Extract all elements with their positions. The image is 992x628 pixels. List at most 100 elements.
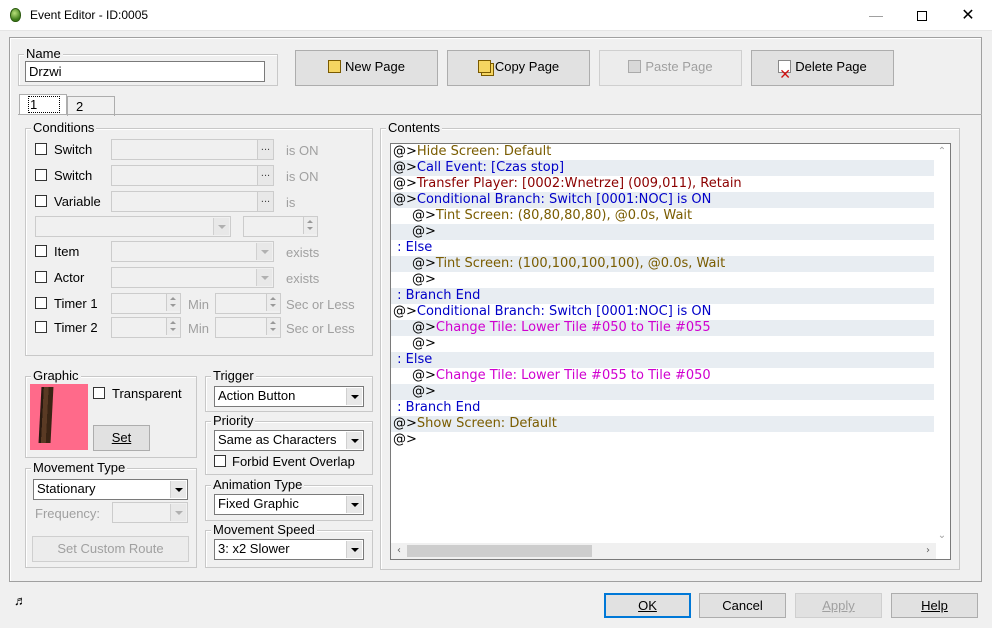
set-custom-route-button[interactable]: Set Custom Route [32,536,189,562]
delete-page-button[interactable]: Delete Page [751,50,894,90]
timer2-checkbox[interactable] [35,321,47,333]
timer1-sec-spinner[interactable] [266,294,280,311]
event-command-row[interactable]: @> [391,384,936,400]
cancel-button[interactable]: Cancel [699,593,786,618]
event-command-row[interactable]: @>Tint Screen: (100,100,100,100), @0.0s,… [391,256,936,272]
close-button[interactable]: ✕ [945,0,991,31]
switch1-checkbox[interactable] [35,143,47,155]
music-icon[interactable]: ♬ [14,593,27,608]
timer2-sec-spinner[interactable] [266,318,280,335]
variable-operator-select[interactable] [35,216,231,237]
transparent-checkbox[interactable] [93,387,105,399]
event-command-text: Hide Screen: Default [416,144,552,159]
set-graphic-button[interactable]: Set [93,425,150,451]
name-legend: Name [24,46,63,61]
new-page-button[interactable]: New Page [295,50,438,86]
help-button[interactable]: Help [891,593,978,618]
movement-type-legend: Movement Type [31,460,128,475]
event-command-row[interactable]: @>Show Screen: Default [391,416,936,432]
item-select-arrow-icon [256,243,272,260]
horizontal-scroll-thumb[interactable] [407,545,592,557]
item-select[interactable] [111,241,274,262]
event-command-row[interactable]: @> [391,336,936,352]
priority-legend: Priority [211,413,256,428]
actor-select[interactable] [111,267,274,288]
timer1-label: Timer 1 [54,296,98,311]
timer2-sec-field[interactable] [215,317,281,338]
event-command-text: Show Screen: Default [416,416,557,431]
switch1-label: Switch [54,142,93,157]
event-command-row[interactable]: @> [391,432,936,448]
copy-page-button[interactable]: Copy Page [447,50,590,86]
event-command-text: Else [405,240,433,255]
item-label: Item [54,244,80,259]
timer2-min-field[interactable] [111,317,181,338]
trigger-select[interactable]: Action Button [214,386,364,407]
name-input[interactable]: Drzwi [25,61,265,82]
event-command-text: Conditional Branch: Switch [0001:NOC] is… [416,192,712,207]
switch2-label: Switch [54,168,93,183]
tab-page-1[interactable]: 1 [19,94,67,115]
timer1-checkbox[interactable] [35,297,47,309]
copy-page-icon [477,60,491,73]
event-command-row[interactable]: @>Tint Screen: (80,80,80,80), @0.0s, Wai… [391,208,936,224]
maximize-button[interactable] [899,0,945,31]
scroll-right-icon[interactable]: › [920,543,936,559]
timer1-min-spinner[interactable] [166,294,180,311]
item-checkbox[interactable] [35,245,47,257]
variable-field[interactable]: ... [111,191,274,212]
apply-button[interactable]: Apply [795,593,882,618]
event-command-prefix: @> [393,192,417,207]
timer1-sec-field[interactable] [215,293,281,314]
event-command-row[interactable]: @>Conditional Branch: Switch [0001:NOC] … [391,304,936,320]
priority-select[interactable]: Same as Characters [214,430,364,451]
scroll-left-icon[interactable]: ‹ [391,543,407,559]
animation-select[interactable]: Fixed Graphic [214,494,364,515]
event-graphic-preview[interactable] [30,384,88,450]
event-command-row[interactable]: @>Transfer Player: [0002:Wnetrze] (009,0… [391,176,936,192]
event-command-row[interactable]: @>Change Tile: Lower Tile #050 to Tile #… [391,320,936,336]
frequency-select[interactable] [112,502,188,523]
switch2-field[interactable]: ... [111,165,274,186]
event-command-row[interactable]: : Else [391,352,936,368]
variable-value-field[interactable] [243,216,318,237]
event-command-prefix: @> [393,176,417,191]
variable-value-spinner[interactable] [303,217,317,234]
trigger-arrow-icon [346,388,362,405]
event-command-row[interactable]: : Branch End [391,400,936,416]
minimize-button[interactable]: — [853,0,899,31]
contents-vertical-scrollbar[interactable]: ⌃ ⌄ [934,144,950,544]
event-command-row[interactable]: : Branch End [391,288,936,304]
event-command-prefix: : [393,288,406,303]
event-command-row[interactable]: @>Call Event: [Czas stop] [391,160,936,176]
tab-page-2[interactable]: 2 [67,96,115,116]
switch1-browse-button[interactable]: ... [257,140,273,159]
event-command-row[interactable]: @>Hide Screen: Default [391,144,936,160]
event-command-row[interactable]: : Else [391,240,936,256]
variable-checkbox[interactable] [35,195,47,207]
paste-page-button[interactable]: Paste Page [599,50,742,86]
event-commands-list[interactable]: @>Hide Screen: Default @>Call Event: [Cza… [390,143,951,560]
event-command-text: Branch End [405,400,481,415]
event-command-row[interactable]: @> [391,272,936,288]
event-command-row[interactable]: @>Change Tile: Lower Tile #055 to Tile #… [391,368,936,384]
switch1-field[interactable]: ... [111,139,274,160]
actor-checkbox[interactable] [35,271,47,283]
movement-type-select[interactable]: Stationary [33,479,188,500]
variable-label: Variable [54,194,101,209]
variable-operator-arrow-icon [213,218,229,235]
door-sprite-image [38,387,54,443]
scroll-down-icon[interactable]: ⌄ [934,528,950,544]
scroll-up-icon[interactable]: ⌃ [934,144,950,160]
event-command-row[interactable]: @> [391,224,936,240]
timer1-min-field[interactable] [111,293,181,314]
switch2-browse-button[interactable]: ... [257,166,273,185]
ok-button[interactable]: OK [604,593,691,618]
contents-horizontal-scrollbar[interactable]: ‹ › [391,543,936,559]
timer2-min-spinner[interactable] [166,318,180,335]
switch2-checkbox[interactable] [35,169,47,181]
movement-speed-select[interactable]: 3: x2 Slower [214,539,364,560]
variable-browse-button[interactable]: ... [257,192,273,211]
event-command-row[interactable]: @>Conditional Branch: Switch [0001:NOC] … [391,192,936,208]
forbid-overlap-checkbox[interactable] [214,455,226,467]
